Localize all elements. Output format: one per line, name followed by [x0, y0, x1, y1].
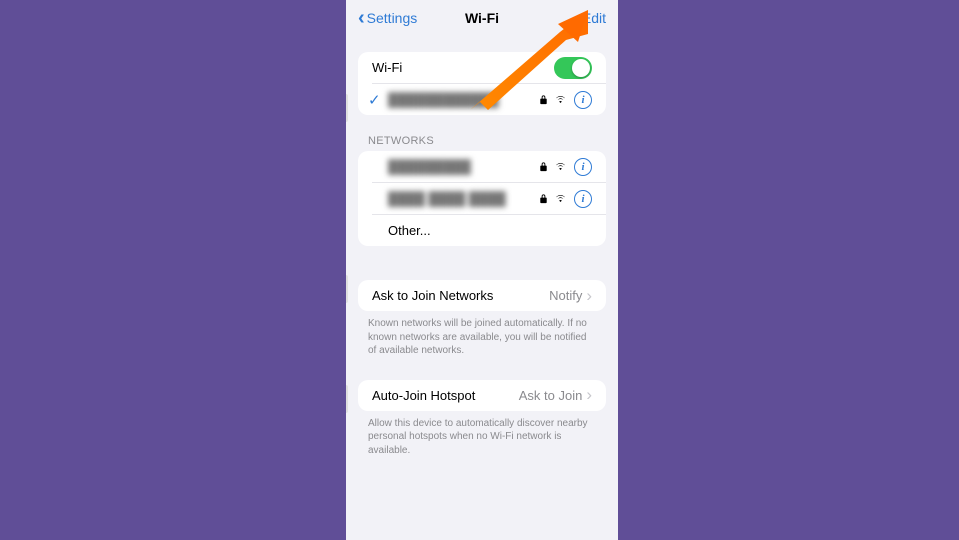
networks-group: █████████ i ████ ████ ████ i Other...: [358, 151, 606, 246]
ask-join-row[interactable]: Ask to Join Networks Notify ›: [358, 280, 606, 311]
wifi-icon: [555, 193, 566, 204]
network-row[interactable]: █████████ i: [358, 151, 606, 182]
lock-icon: [538, 94, 549, 105]
lock-icon: [538, 193, 549, 204]
other-network-row[interactable]: Other...: [372, 214, 606, 246]
back-label: Settings: [367, 10, 418, 26]
ask-join-value: Notify: [549, 288, 582, 303]
auto-hotspot-footer: Allow this device to automatically disco…: [368, 417, 596, 458]
ask-join-group: Ask to Join Networks Notify ›: [358, 280, 606, 311]
wifi-toggle-group: Wi-Fi ✓ ████████████ i: [358, 52, 606, 115]
networks-header: NETWORKS: [368, 135, 596, 147]
chevron-right-icon: ›: [586, 385, 592, 405]
connected-network-name: ████████████: [388, 92, 499, 107]
info-icon[interactable]: i: [574, 158, 592, 176]
checkmark-icon: ✓: [368, 91, 380, 109]
wifi-icon: [555, 94, 566, 105]
wifi-toggle-row: Wi-Fi: [358, 52, 606, 83]
page-title: Wi-Fi: [465, 10, 499, 26]
info-icon[interactable]: i: [574, 91, 592, 109]
wifi-icon: [555, 161, 566, 172]
lock-icon: [538, 161, 549, 172]
info-icon[interactable]: i: [574, 190, 592, 208]
auto-hotspot-value: Ask to Join: [519, 388, 583, 403]
other-label: Other...: [388, 223, 431, 238]
network-row[interactable]: ████ ████ ████ i: [372, 182, 606, 214]
nav-bar: ‹ Settings Wi-Fi Edit: [346, 0, 618, 36]
edit-button[interactable]: Edit: [582, 10, 606, 26]
auto-hotspot-label: Auto-Join Hotspot: [372, 388, 475, 403]
back-button[interactable]: ‹ Settings: [358, 10, 417, 26]
wifi-settings-screen: ‹ Settings Wi-Fi Edit Wi-Fi ✓ ██████████…: [346, 0, 618, 540]
wifi-toggle[interactable]: [554, 57, 592, 79]
chevron-right-icon: ›: [586, 286, 592, 306]
auto-hotspot-group: Auto-Join Hotspot Ask to Join ›: [358, 380, 606, 411]
network-name: ████ ████ ████: [388, 191, 506, 206]
auto-hotspot-row[interactable]: Auto-Join Hotspot Ask to Join ›: [358, 380, 606, 411]
connected-network-row[interactable]: ✓ ████████████ i: [372, 83, 606, 115]
wifi-label: Wi-Fi: [372, 60, 402, 75]
ask-join-footer: Known networks will be joined automatica…: [368, 317, 596, 358]
network-name: █████████: [388, 159, 471, 174]
chevron-left-icon: ‹: [358, 10, 365, 26]
ask-join-label: Ask to Join Networks: [372, 288, 493, 303]
